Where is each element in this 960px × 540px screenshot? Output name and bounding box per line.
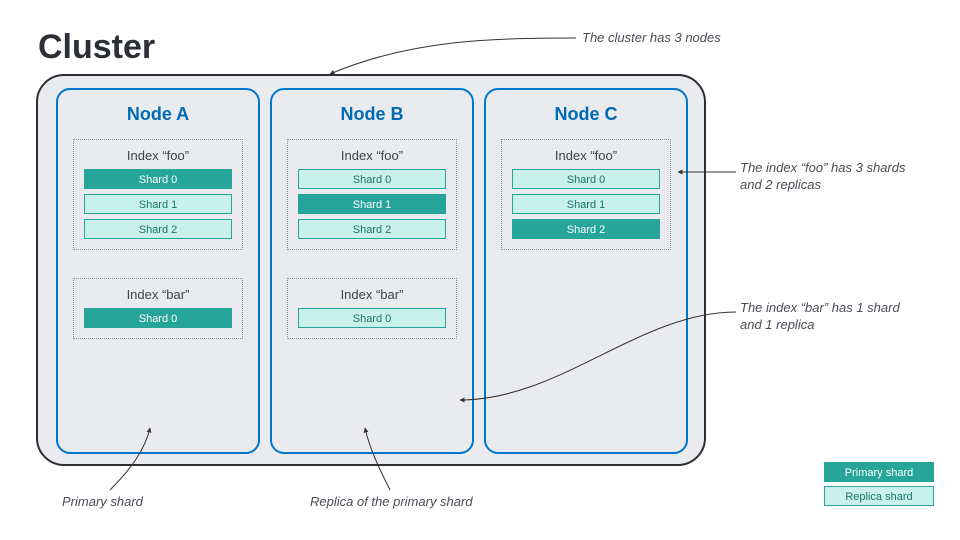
legend-replica: Replica shard <box>824 486 934 506</box>
annot-foo-desc: The index “foo” has 3 shards and 2 repli… <box>740 160 905 194</box>
legend-primary: Primary shard <box>824 462 934 482</box>
index-foo-label: Index “foo” <box>298 148 446 163</box>
diagram-title: Cluster <box>38 28 155 67</box>
legend: Primary shard Replica shard <box>824 458 934 506</box>
shard-foo-1-primary: Shard 1 <box>298 194 446 214</box>
annot-bar-line2: and 1 replica <box>740 317 814 332</box>
shard-bar-0-primary: Shard 0 <box>84 308 232 328</box>
shard-foo-2-replica: Shard 2 <box>84 219 232 239</box>
annot-foo-line2: and 2 replicas <box>740 177 821 192</box>
node-a-index-foo: Index “foo” Shard 0 Shard 1 Shard 2 <box>73 139 243 250</box>
node-c-title: Node C <box>486 104 686 125</box>
annot-cluster-nodes: The cluster has 3 nodes <box>582 30 721 47</box>
index-bar-label: Index “bar” <box>84 287 232 302</box>
shard-bar-0-replica: Shard 0 <box>298 308 446 328</box>
shard-foo-0-replica: Shard 0 <box>512 169 660 189</box>
annot-bar-desc: The index “bar” has 1 shard and 1 replic… <box>740 300 900 334</box>
annot-primary-shard: Primary shard <box>62 494 143 511</box>
index-bar-label: Index “bar” <box>298 287 446 302</box>
shard-foo-1-replica: Shard 1 <box>512 194 660 214</box>
index-foo-label: Index “foo” <box>512 148 660 163</box>
node-c-index-foo: Index “foo” Shard 0 Shard 1 Shard 2 <box>501 139 671 250</box>
shard-foo-2-primary: Shard 2 <box>512 219 660 239</box>
annot-foo-line1: The index “foo” has 3 shards <box>740 160 905 175</box>
cluster-container: Node A Index “foo” Shard 0 Shard 1 Shard… <box>36 74 706 466</box>
shard-foo-0-replica: Shard 0 <box>298 169 446 189</box>
node-b-title: Node B <box>272 104 472 125</box>
annot-bar-line1: The index “bar” has 1 shard <box>740 300 900 315</box>
node-c: Node C Index “foo” Shard 0 Shard 1 Shard… <box>484 88 688 454</box>
node-b-index-bar: Index “bar” Shard 0 <box>287 278 457 339</box>
node-a: Node A Index “foo” Shard 0 Shard 1 Shard… <box>56 88 260 454</box>
shard-foo-0-primary: Shard 0 <box>84 169 232 189</box>
node-a-index-bar: Index “bar” Shard 0 <box>73 278 243 339</box>
node-b-index-foo: Index “foo” Shard 0 Shard 1 Shard 2 <box>287 139 457 250</box>
index-foo-label: Index “foo” <box>84 148 232 163</box>
node-a-title: Node A <box>58 104 258 125</box>
node-b: Node B Index “foo” Shard 0 Shard 1 Shard… <box>270 88 474 454</box>
annot-replica-primary: Replica of the primary shard <box>310 494 473 511</box>
shard-foo-2-replica: Shard 2 <box>298 219 446 239</box>
shard-foo-1-replica: Shard 1 <box>84 194 232 214</box>
